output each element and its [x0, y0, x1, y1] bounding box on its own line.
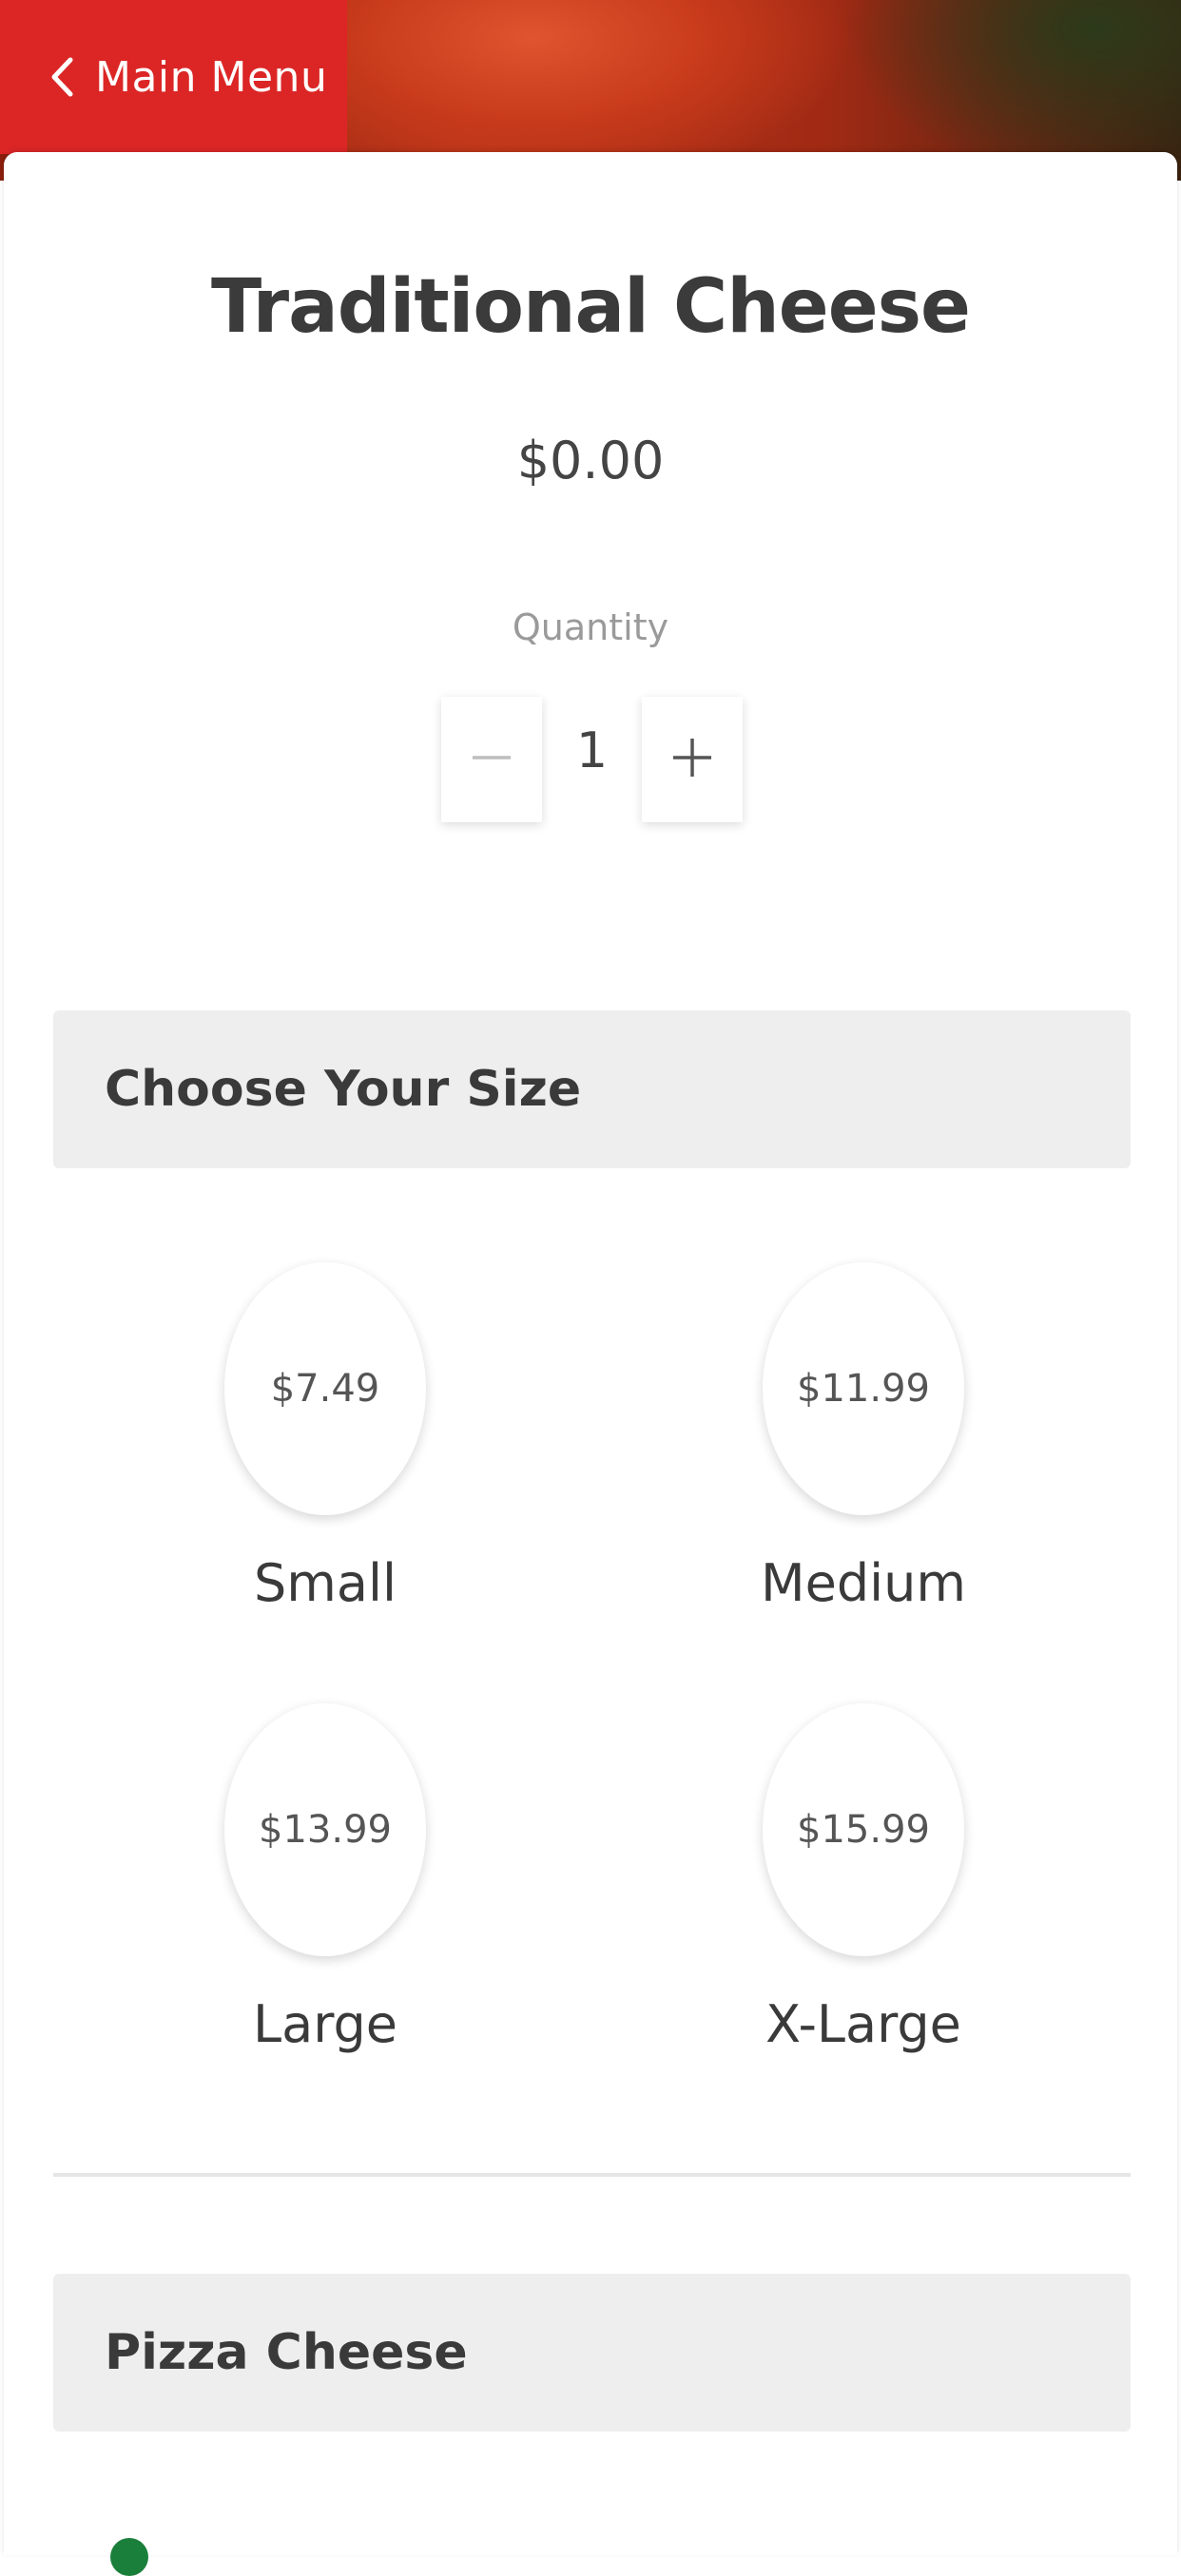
- item-price: $0.00: [516, 431, 665, 490]
- size-price-badge: $11.99: [763, 1262, 964, 1515]
- minus-icon: [471, 737, 513, 782]
- size-section-header: Choose Your Size: [53, 1010, 1131, 1168]
- size-price-badge: $7.49: [224, 1262, 426, 1515]
- size-name: Small: [254, 1553, 397, 1613]
- item-detail-card: Traditional Cheese $0.00 Quantity 1 Choo…: [4, 152, 1177, 2576]
- decrement-quantity-button[interactable]: [441, 697, 542, 822]
- size-name: Large: [253, 1994, 397, 2054]
- quantity-value: 1: [575, 722, 609, 779]
- plus-icon: [670, 736, 714, 783]
- size-option-x-large[interactable]: $15.99 X-Large: [749, 1703, 978, 2054]
- size-price-badge: $13.99: [224, 1703, 426, 1956]
- cheese-section-header: Pizza Cheese: [53, 2274, 1131, 2432]
- size-name: X-Large: [765, 1994, 961, 2054]
- size-price-badge: $15.99: [763, 1703, 964, 1956]
- size-name: Medium: [761, 1553, 966, 1613]
- back-button-label: Main Menu: [95, 52, 328, 102]
- section-divider: [53, 2173, 1131, 2177]
- size-section-title: Choose Your Size: [105, 1061, 582, 1118]
- option-indicator-icon: [110, 2538, 148, 2576]
- increment-quantity-button[interactable]: [642, 697, 743, 822]
- size-option-small[interactable]: $7.49 Small: [211, 1262, 439, 1613]
- chevron-left-icon: [49, 57, 74, 97]
- item-title: Traditional Cheese: [211, 264, 971, 350]
- main-menu-back-button[interactable]: Main Menu: [0, 0, 347, 154]
- size-option-large[interactable]: $13.99 Large: [211, 1703, 439, 2054]
- size-option-medium[interactable]: $11.99 Medium: [749, 1262, 978, 1613]
- cheese-section-title: Pizza Cheese: [105, 2324, 468, 2381]
- quantity-label: Quantity: [512, 606, 669, 648]
